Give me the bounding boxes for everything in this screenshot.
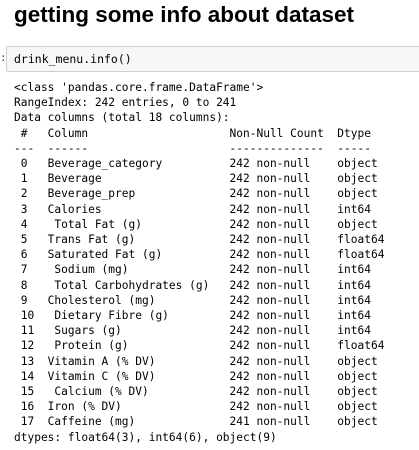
output-row: 0 Beverage_category 242 non-null object xyxy=(14,157,385,171)
output-row: 2 Beverage_prep 242 non-null object xyxy=(14,187,385,201)
output-row: 7 Sodium (mg) 242 non-null int64 xyxy=(14,263,385,277)
output-row: 3 Calories 242 non-null int64 xyxy=(14,202,385,216)
code-cell-input[interactable]: drink_menu.info() xyxy=(6,46,419,72)
output-row: 17 Caffeine (mg) 241 non-null object xyxy=(14,415,385,429)
output-row: 1 Beverage 242 non-null object xyxy=(14,172,385,186)
output-row: 5 Trans Fat (g) 242 non-null float64 xyxy=(14,233,385,247)
notebook-markdown-heading: getting some info about dataset xyxy=(14,2,355,27)
output-row: 15 Calcium (% DV) 242 non-null object xyxy=(14,385,385,399)
output-row: 6 Saturated Fat (g) 242 non-null float64 xyxy=(14,248,385,262)
output-row: 8 Total Carbohydrates (g) 242 non-null i… xyxy=(14,278,385,292)
output-row: 14 Vitamin C (% DV) 242 non-null object xyxy=(14,369,385,383)
output-table-separator: --- ------ -------------- ----- xyxy=(14,141,385,155)
output-range-index: RangeIndex: 242 entries, 0 to 241 xyxy=(14,96,237,110)
code-text: drink_menu.info() xyxy=(14,52,132,66)
output-row: 12 Protein (g) 242 non-null float64 xyxy=(14,339,385,353)
output-row: 16 Iron (% DV) 242 non-null object xyxy=(14,400,385,414)
output-table-header: # Column Non-Null Count Dtype xyxy=(14,126,385,140)
output-row: 9 Cholesterol (mg) 242 non-null int64 xyxy=(14,293,385,307)
output-row: 4 Total Fat (g) 242 non-null object xyxy=(14,217,385,231)
output-row: 13 Vitamin A (% DV) 242 non-null object xyxy=(14,354,385,368)
output-dtypes: dtypes: float64(3), int64(6), object(9) xyxy=(14,430,277,444)
output-data-columns: Data columns (total 18 columns): xyxy=(14,111,230,125)
output-row: 11 Sugars (g) 242 non-null int64 xyxy=(14,324,385,338)
cell-output: <class 'pandas.core.frame.DataFrame'> Ra… xyxy=(14,80,384,445)
output-class-line: <class 'pandas.core.frame.DataFrame'> xyxy=(14,81,264,94)
output-row: 10 Dietary Fibre (g) 242 non-null int64 xyxy=(14,309,385,323)
